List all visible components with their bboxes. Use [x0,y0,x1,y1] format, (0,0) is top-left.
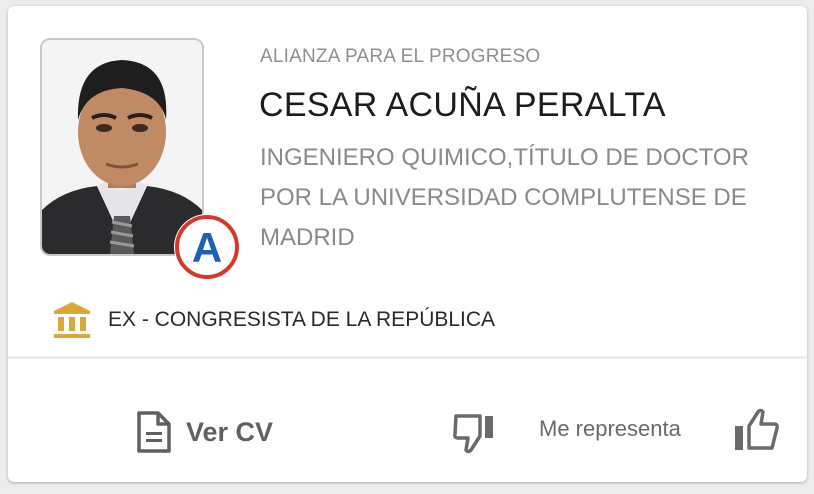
party-logo-letter: A [192,224,222,271]
thumbs-up-icon [735,408,779,450]
like-button[interactable] [732,408,782,454]
document-icon [137,411,171,453]
thumbs-down-icon [453,414,493,454]
government-building-icon [54,302,90,338]
candidate-name: CESAR ACUÑA PERALTA [259,86,666,124]
profession-line: INGENIERO QUIMICO,TÍTULO DE DOCTOR [260,144,749,171]
previous-position: EX - CONGRESISTA DE LA REPÚBLICA [52,298,495,342]
party-name: ALIANZA PARA EL PROGRESO [260,46,541,67]
profession-line: POR LA UNIVERSIDAD COMPLUTENSE DE [260,184,747,211]
represent-label: Me representa [539,416,681,441]
view-cv-button[interactable]: Ver CV [136,410,273,454]
party-logo-icon: A [174,214,240,280]
divider [8,356,807,359]
candidate-profession: INGENIERO QUIMICO,TÍTULO DE DOCTOR POR L… [260,138,780,258]
candidate-card: A ALIANZA PARA EL PROGRESO CESAR ACUÑA P… [8,6,807,482]
position-label: EX - CONGRESISTA DE LA REPÚBLICA [108,308,496,331]
profession-line: MADRID [260,224,355,251]
view-cv-label: Ver CV [186,416,274,447]
dislike-button[interactable] [452,410,500,456]
